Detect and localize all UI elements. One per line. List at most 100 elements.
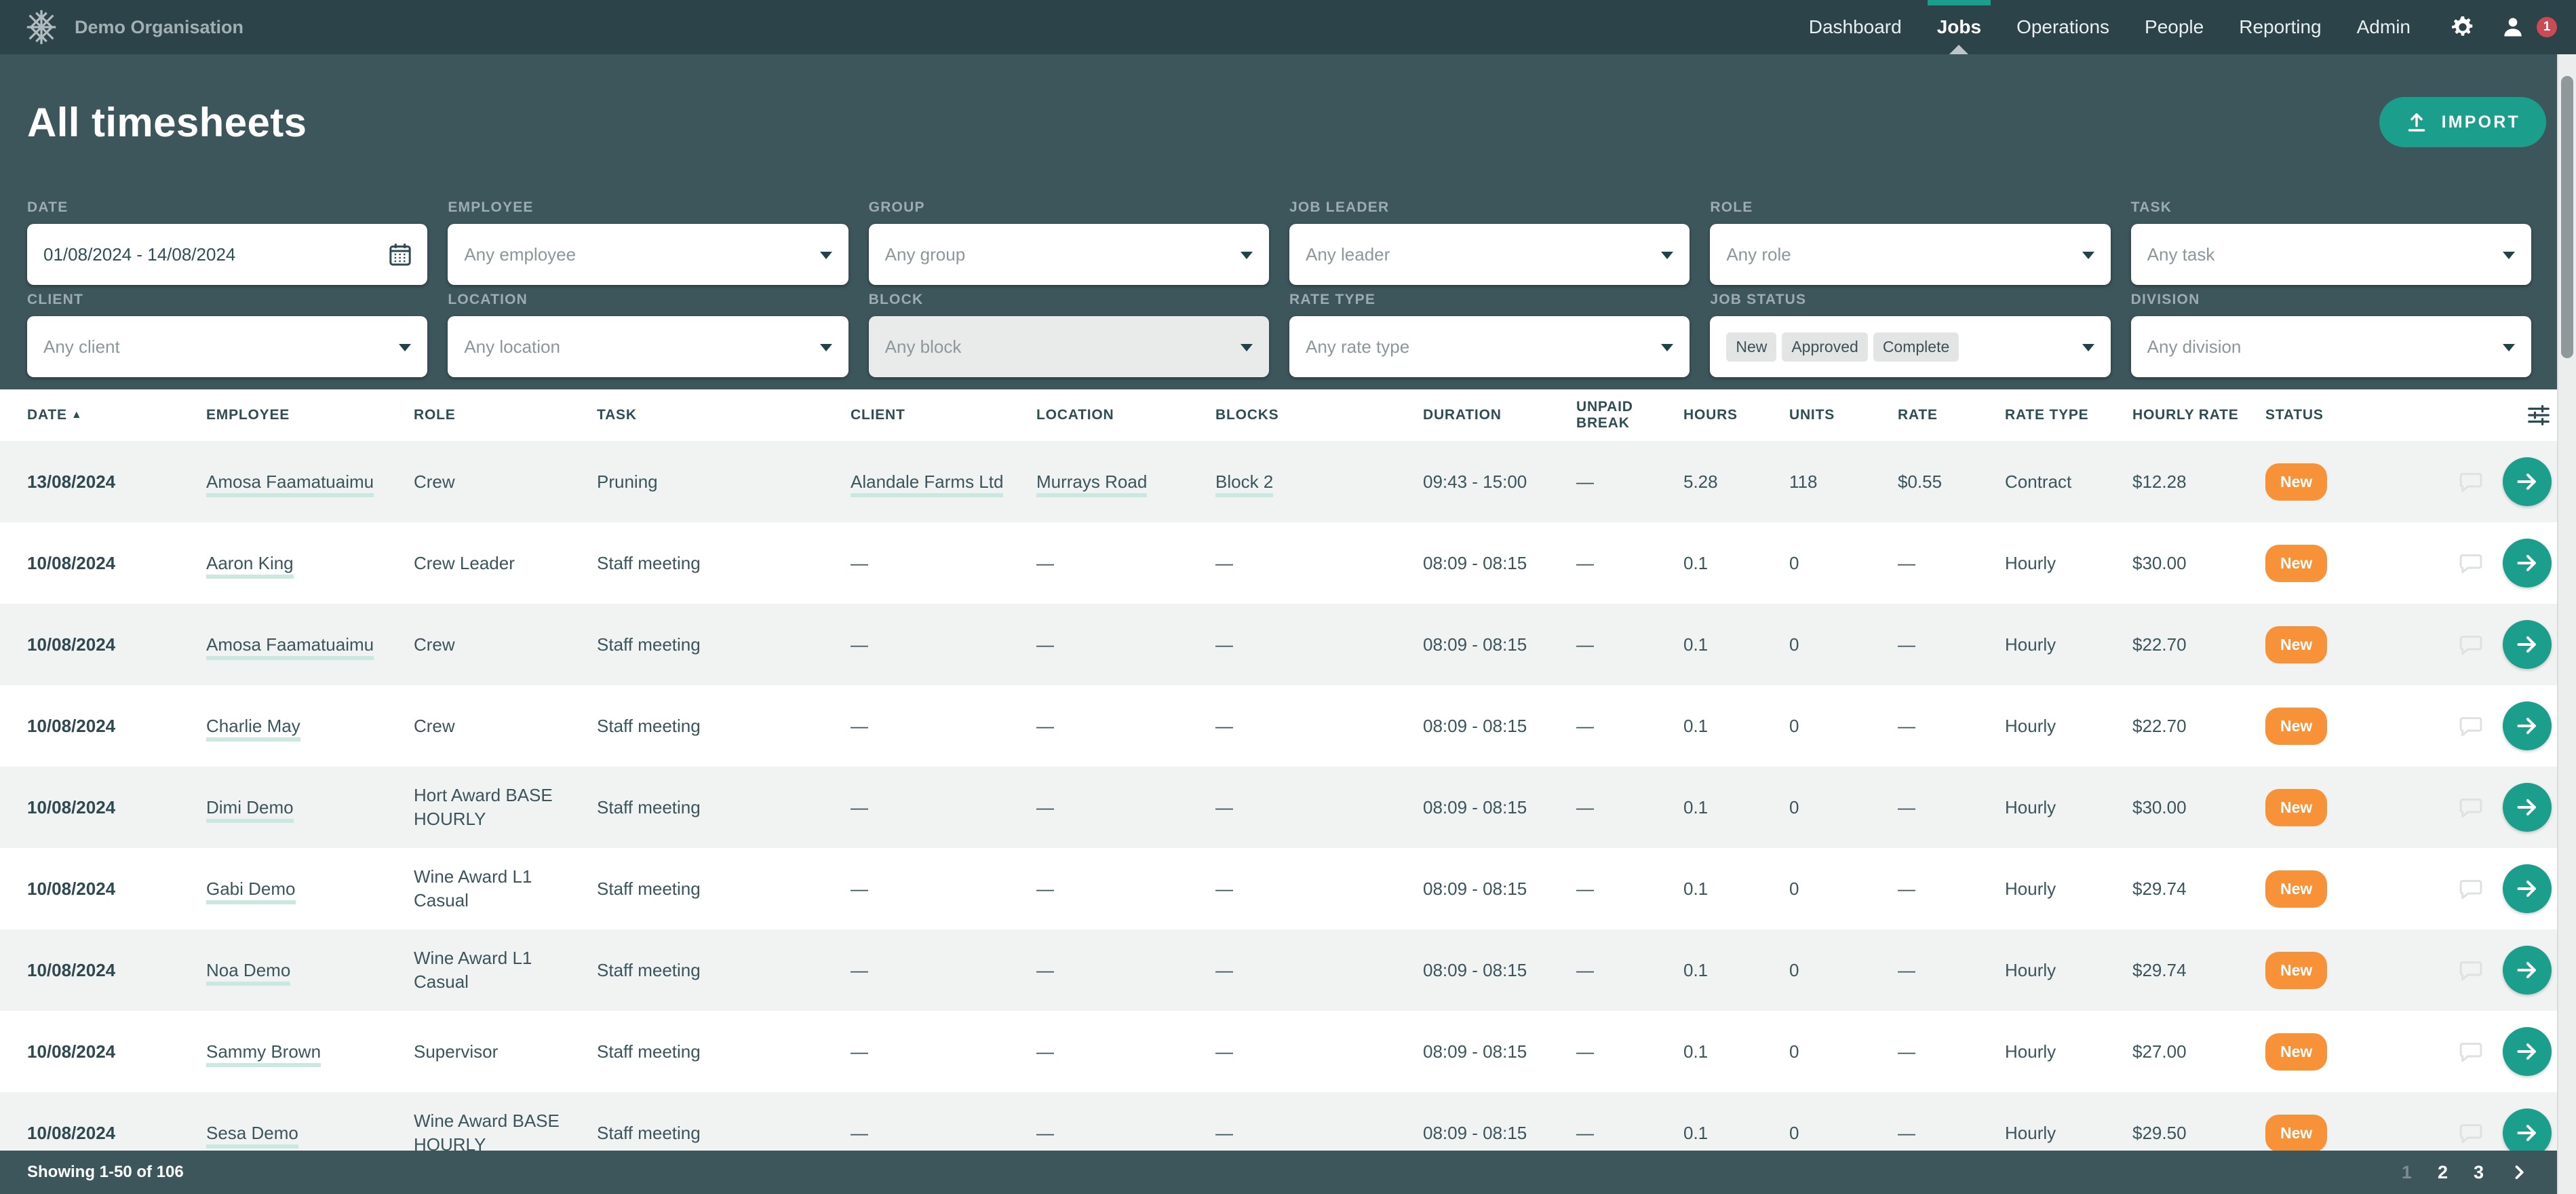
date-range-input[interactable]: 01/08/2024 - 14/08/2024 [27,224,427,285]
comment-icon[interactable] [2457,874,2485,903]
column-header-rate-type[interactable]: RATE TYPE [2005,407,2132,423]
open-timesheet-button[interactable] [2503,539,2552,588]
employee-link[interactable]: Charlie May [206,716,300,742]
page-2-button[interactable]: 2 [2438,1162,2448,1183]
filter-division: DIVISION Any division [2131,285,2531,377]
location-select[interactable]: Any location [448,316,848,377]
client-link: — [851,634,868,655]
employee-link[interactable]: Aaron King [206,553,294,579]
open-timesheet-button[interactable] [2503,864,2552,913]
comment-icon[interactable] [2457,467,2485,496]
cell-role: Supervisor [414,1041,498,1062]
client-link: — [851,960,868,980]
chevron-down-icon [2503,344,2515,351]
vertical-scrollbar[interactable] [2557,54,2576,1194]
employee-link[interactable]: Sesa Demo [206,1123,298,1149]
column-header-rate[interactable]: RATE [1898,407,2005,423]
notification-badge[interactable]: 1 [2537,17,2557,37]
open-timesheet-button[interactable] [2503,457,2552,506]
import-button[interactable]: IMPORT [2379,97,2546,147]
group-select[interactable]: Any group [869,224,1269,285]
blocks-link[interactable]: Block 2 [1215,471,1273,497]
column-header-location[interactable]: LOCATION [1036,407,1215,423]
cell-hourly-rate: $29.74 [2132,879,2187,899]
open-timesheet-button[interactable] [2503,620,2552,669]
page-header: All timesheets IMPORT [0,54,2576,190]
nav-item-reporting[interactable]: Reporting [2221,0,2339,54]
cell-hours: 0.1 [1683,553,1708,573]
division-select[interactable]: Any division [2131,316,2531,377]
comment-icon[interactable] [2457,1037,2485,1066]
open-timesheet-button[interactable] [2503,946,2552,995]
open-timesheet-button[interactable] [2503,783,2552,832]
column-header-blocks[interactable]: BLOCKS [1215,407,1423,423]
cell-hours: 0.1 [1683,634,1708,655]
nav-item-jobs[interactable]: Jobs [1919,0,1999,54]
upload-icon [2405,111,2428,134]
employee-link[interactable]: Noa Demo [206,960,290,986]
employee-link[interactable]: Gabi Demo [206,879,296,904]
nav-item-dashboard[interactable]: Dashboard [1791,0,1919,54]
employee-link[interactable]: Sammy Brown [206,1041,321,1067]
task-select[interactable]: Any task [2131,224,2531,285]
role-select[interactable]: Any role [1710,224,2110,285]
job-status-chip-complete[interactable]: Complete [1873,332,1959,362]
open-timesheet-button[interactable] [2503,701,2552,750]
scrollbar-thumb[interactable] [2561,76,2573,358]
employee-link[interactable]: Amosa Faamatuaimu [206,471,374,497]
column-header-hours[interactable]: HOURS [1683,407,1789,423]
nav-item-operations[interactable]: Operations [1999,0,2127,54]
location-link: — [1036,553,1054,573]
cell-task: Staff meeting [597,1123,701,1143]
column-header-employee[interactable]: EMPLOYEE [206,407,414,423]
sort-asc-icon: ▲ [71,409,83,421]
table-row: 10/08/2024 Dimi Demo Hort Award BASE HOU… [0,767,2576,848]
nav-item-admin[interactable]: Admin [2339,0,2428,54]
employee-link[interactable]: Dimi Demo [206,797,294,823]
comment-icon[interactable] [2457,712,2485,740]
nav-item-people[interactable]: People [2127,0,2221,54]
rate-type-select[interactable]: Any rate type [1289,316,1690,377]
comment-icon[interactable] [2457,793,2485,822]
next-page-button[interactable] [2510,1163,2529,1182]
column-header-duration[interactable]: DURATION [1423,407,1576,423]
job-status-select[interactable]: New Approved Complete [1710,316,2110,377]
employee-select[interactable]: Any employee [448,224,848,285]
column-header-hourly-rate[interactable]: HOURLY RATE [2132,407,2265,423]
page-3-button[interactable]: 3 [2474,1162,2484,1183]
column-header-unpaid-break[interactable]: UNPAID BREAK [1576,399,1683,431]
column-header-role[interactable]: ROLE [414,407,597,423]
column-settings-icon[interactable] [2526,402,2552,428]
settings-gear-button[interactable] [2450,14,2476,40]
client-select[interactable]: Any client [27,316,427,377]
cell-duration: 08:09 - 08:15 [1423,634,1527,655]
client-link[interactable]: Alandale Farms Ltd [851,471,1003,497]
user-menu[interactable]: 1 [2500,14,2557,40]
cell-unpaid-break: — [1576,553,1594,573]
location-link[interactable]: Murrays Road [1036,471,1147,497]
arrow-right-icon [2514,1038,2541,1065]
column-header-date[interactable]: DATE▲ [27,407,206,423]
cell-units: 0 [1789,634,1799,655]
column-header-status[interactable]: STATUS [2265,407,2442,423]
cell-units: 0 [1789,716,1799,736]
chevron-down-icon [1241,252,1253,259]
cell-unpaid-break: — [1576,634,1594,655]
page-1-button[interactable]: 1 [2402,1162,2412,1183]
comment-icon[interactable] [2457,549,2485,577]
column-header-task[interactable]: TASK [597,407,851,423]
arrow-right-icon [2514,550,2541,577]
comment-icon[interactable] [2457,630,2485,659]
job-status-chip-new[interactable]: New [1726,332,1776,362]
cell-hourly-rate: $22.70 [2132,634,2187,655]
employee-link[interactable]: Amosa Faamatuaimu [206,634,374,660]
comment-icon[interactable] [2457,1119,2485,1147]
open-timesheet-button[interactable] [2503,1027,2552,1076]
job-leader-select[interactable]: Any leader [1289,224,1690,285]
table-row: 10/08/2024 Amosa Faamatuaimu Crew Staff … [0,604,2576,685]
job-status-chip-approved[interactable]: Approved [1782,332,1867,362]
column-header-units[interactable]: UNITS [1789,407,1898,423]
comment-icon[interactable] [2457,956,2485,984]
column-header-client[interactable]: CLIENT [851,407,1036,423]
blocks-link: — [1215,716,1233,736]
